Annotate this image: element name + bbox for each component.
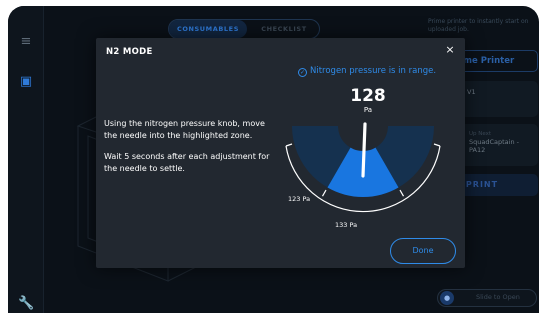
zone-low-tick	[321, 189, 327, 197]
reading-value: 128	[350, 86, 386, 106]
scale-end-right	[433, 143, 441, 147]
zone-low-label: 123 Pa	[288, 195, 310, 203]
printer-icon[interactable]: ▣	[18, 74, 34, 90]
instruction-wait: Wait 5 seconds after each adjustment for…	[104, 152, 270, 173]
left-rail: ≡ ▣ 🔧	[8, 6, 44, 313]
scale-end-left	[285, 143, 293, 147]
check-circle-icon: ✓	[298, 68, 307, 77]
tab-checklist[interactable]: CHECKLIST	[247, 20, 321, 38]
close-icon[interactable]: ×	[443, 43, 457, 57]
status-text: Nitrogen pressure is in range.	[310, 66, 437, 76]
slide-label: Slide to Open	[476, 293, 520, 301]
zone-high-tick	[399, 189, 405, 197]
tab-bar: CONSUMABLES CHECKLIST	[168, 19, 320, 39]
up-next-label: Up Next	[469, 131, 492, 137]
zone-high-label: 133 Pa	[335, 221, 357, 229]
gauge-needle	[361, 122, 367, 178]
job-name: SquadCaptain - PA12	[469, 138, 519, 154]
pressure-gauge: 123 Pa 133 Pa	[285, 122, 441, 229]
menu-icon[interactable]: ≡	[18, 34, 34, 50]
slide-to-open[interactable]: ● Slide to Open	[437, 289, 537, 307]
n2-mode-dialog: N2 MODE × ✓ Nitrogen pressure is in range…	[96, 38, 465, 268]
pressure-status: ✓ Nitrogen pressure is in range.	[298, 66, 436, 77]
lock-icon[interactable]: ●	[440, 291, 454, 305]
prime-hint: Prime printer to instantly start on uplo…	[428, 18, 529, 33]
dialog-title: N2 MODE	[106, 47, 153, 57]
done-button[interactable]: Done	[390, 238, 456, 264]
tab-consumables[interactable]: CONSUMABLES	[169, 20, 247, 38]
instructions: Using the nitrogen pressure knob, move t…	[104, 118, 274, 174]
wrench-icon[interactable]: 🔧	[18, 296, 34, 312]
instruction-adjust: Using the nitrogen pressure knob, move t…	[104, 119, 265, 140]
